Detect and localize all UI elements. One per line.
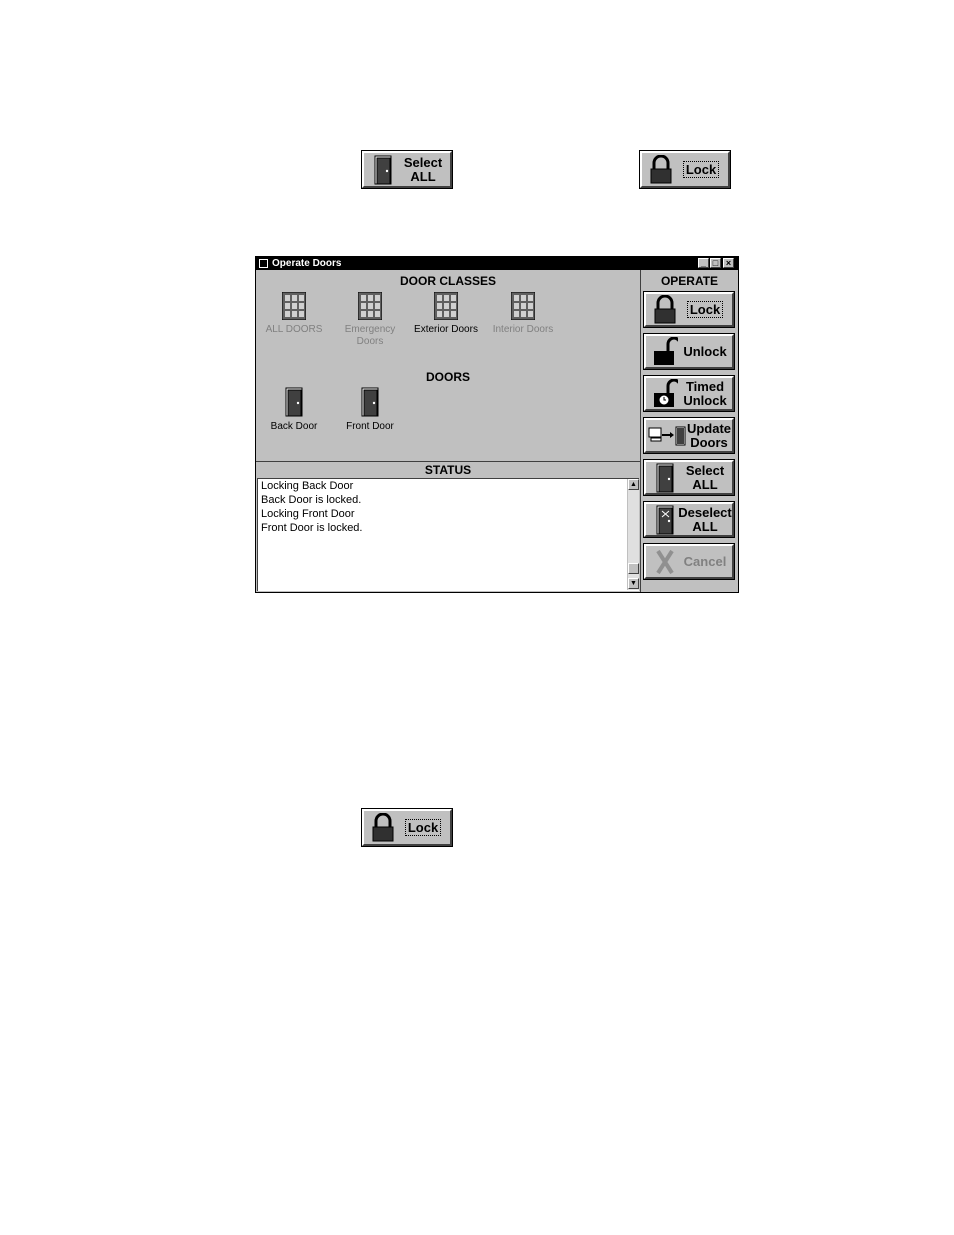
scroll-up-icon[interactable]: ▲ [628, 479, 639, 490]
door-class-icon [281, 291, 307, 321]
status-line: Locking Front Door [261, 508, 355, 520]
door-class-icon [510, 291, 536, 321]
cancel-x-icon [652, 547, 678, 577]
op-unlock-label: Unlock [683, 343, 727, 359]
lock-icon [370, 812, 396, 843]
operate-heading: OPERATE [660, 274, 719, 288]
door-icon [370, 155, 396, 185]
doors-heading: DOORS [425, 370, 470, 384]
unlock-icon [652, 336, 678, 367]
status-divider [256, 461, 640, 462]
op-update-doors-button[interactable]: Update Doors [643, 417, 735, 454]
status-line: Front Door is locked. [261, 522, 363, 534]
app-icon [259, 259, 268, 268]
door-label: Back Door [270, 421, 318, 432]
door-classes-heading: DOOR CLASSES [399, 274, 496, 288]
timed-unlock-icon [652, 378, 678, 409]
lock-label: Lock [674, 160, 728, 178]
door-icon [361, 387, 379, 417]
status-scrollbar[interactable]: ▲ ▼ [627, 479, 639, 590]
select-all-button[interactable]: Select ALL [361, 150, 453, 189]
door-class-icon [357, 291, 383, 321]
scroll-thumb[interactable] [628, 563, 639, 574]
door-class-label: Emergency Doors [344, 324, 396, 347]
computer-to-door-icon [648, 421, 686, 451]
op-deselect-all-button[interactable]: Deselect ALL [643, 501, 735, 538]
scroll-down-icon[interactable]: ▼ [628, 578, 639, 589]
maximize-icon[interactable]: □ [710, 258, 721, 268]
title-bar[interactable]: Operate Doors _ □ × [256, 257, 738, 270]
door-class-icon [433, 291, 459, 321]
door-with-x-icon [652, 505, 678, 535]
door-class-emergency-doors[interactable]: Emergency Doors [332, 291, 408, 348]
operate-doors-window: Operate Doors _ □ × DOOR CLASSES ALL DOO… [255, 256, 739, 593]
op-cancel-button[interactable]: Cancel [643, 543, 735, 580]
door-class-exterior-doors[interactable]: Exterior Doors [408, 291, 484, 336]
op-timed-unlock-label: Timed Unlock [683, 378, 727, 408]
close-icon[interactable]: × [723, 258, 734, 268]
status-heading: STATUS [424, 463, 472, 477]
lock-icon [648, 154, 674, 185]
door-class-label: ALL DOORS [265, 324, 323, 335]
door-front-door[interactable]: Front Door [332, 387, 408, 433]
door-icon [652, 463, 678, 493]
op-timed-unlock-button[interactable]: Timed Unlock [643, 375, 735, 412]
door-class-label: Interior Doors [492, 324, 554, 335]
status-line: Locking Back Door [261, 480, 354, 492]
minimize-icon[interactable]: _ [698, 258, 709, 268]
op-lock-label: Lock [678, 300, 732, 318]
door-class-all-doors[interactable]: ALL DOORS [256, 291, 332, 336]
lock-button[interactable]: Lock [639, 150, 731, 189]
lock-icon [652, 294, 678, 325]
door-label: Front Door [346, 421, 394, 432]
window-title: Operate Doors [272, 258, 342, 269]
status-log[interactable]: Locking Back Door Back Door is locked. L… [257, 478, 639, 591]
door-back-door[interactable]: Back Door [256, 387, 332, 433]
door-class-interior-doors[interactable]: Interior Doors [484, 291, 562, 336]
op-cancel-label: Cancel [683, 553, 727, 569]
lock-button[interactable]: Lock [361, 808, 453, 847]
op-update-doors-label: Update Doors [686, 420, 732, 450]
door-icon [285, 387, 303, 417]
door-class-label: Exterior Doors [414, 324, 478, 335]
operate-panel-divider [640, 270, 641, 592]
op-lock-button[interactable]: Lock [643, 291, 735, 328]
op-select-all-button[interactable]: Select ALL [643, 459, 735, 496]
lock-label: Lock [396, 818, 450, 836]
op-unlock-button[interactable]: Unlock [643, 333, 735, 370]
op-select-all-label: Select ALL [685, 462, 725, 492]
select-all-label: Select ALL [403, 154, 443, 184]
op-deselect-all-label: Deselect ALL [678, 504, 732, 534]
status-line: Back Door is locked. [261, 494, 362, 506]
